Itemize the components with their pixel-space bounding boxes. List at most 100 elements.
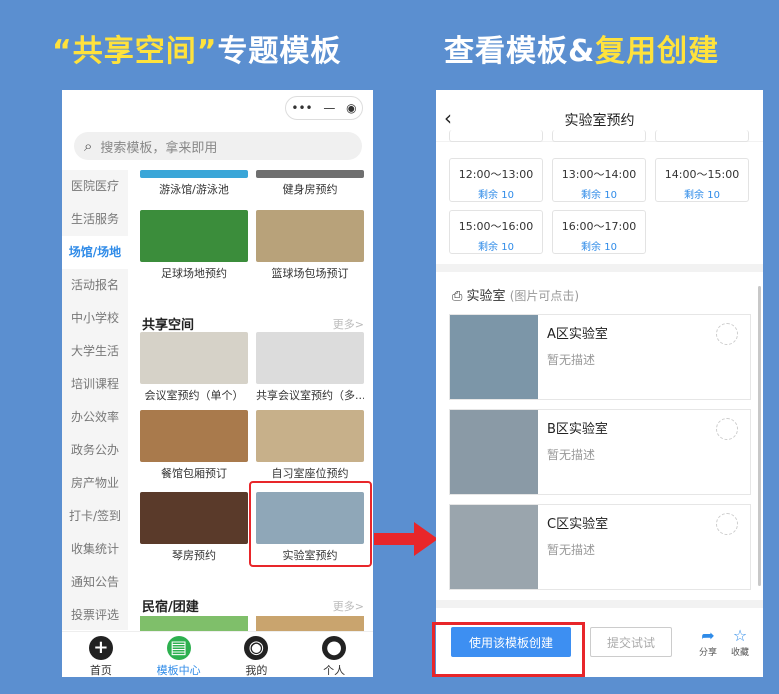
template-thumbnail — [256, 210, 364, 262]
section-title-shared: 共享空间 — [142, 318, 195, 333]
more-link-lodging[interactable]: 更多> — [333, 598, 364, 614]
lab-name: B区实验室 — [547, 422, 608, 437]
sidebar-item[interactable]: 收集统计 — [62, 533, 128, 566]
tab-user[interactable]: ● 个人 — [295, 632, 373, 677]
sidebar-item[interactable]: 场馆/场地 — [62, 236, 128, 269]
template-tile[interactable]: 餐馆包厢预订 — [140, 410, 248, 481]
time-slot-partial[interactable] — [449, 130, 543, 142]
time-slot[interactable]: 16:00～17:00 剩余 10 — [552, 210, 646, 254]
time-slot[interactable]: 14:00～15:00 剩余 10 — [655, 158, 749, 202]
star-icon: ☆ — [732, 626, 748, 645]
sidebar-item[interactable]: 政务公办 — [62, 434, 128, 467]
arrow-right-icon — [374, 522, 438, 556]
select-radio[interactable] — [716, 418, 738, 440]
headline-main: 查看模板& — [444, 34, 596, 69]
minimize-icon[interactable]: — — [323, 101, 335, 115]
sidebar-item[interactable]: 通知公告 — [62, 566, 128, 599]
time-slot[interactable]: 15:00～16:00 剩余 10 — [449, 210, 543, 254]
lab-card[interactable]: A区实验室暂无描述 — [449, 314, 751, 400]
time-slot-time: 14:00～15:00 — [664, 168, 740, 181]
sidebar-item[interactable]: 活动报名 — [62, 269, 128, 302]
lab-photo[interactable] — [450, 505, 538, 589]
template-thumbnail — [256, 332, 364, 384]
page-title: 实验室预约 — [564, 113, 635, 129]
time-slot-time: 13:00～14:00 — [561, 168, 637, 181]
share-label: 分享 — [698, 648, 717, 658]
divider — [436, 264, 763, 272]
template-caption: 餐馆包厢预订 — [161, 467, 227, 480]
lodging-tile-image[interactable] — [140, 616, 248, 632]
lab-photo[interactable] — [450, 315, 538, 399]
template-thumbnail — [256, 410, 364, 462]
lab-booking-screen: ‹ 实验室预约 12:00～13:00 剩余 10 13:00～14:00 剩余 10… — [436, 90, 763, 677]
time-slot-remaining: 剩余 10 — [478, 190, 514, 201]
quote-open: “ — [52, 34, 73, 69]
template-tile[interactable]: 游泳馆/游泳池 — [140, 170, 248, 197]
template-thumbnail — [140, 170, 248, 178]
eye-icon: ◉ — [244, 636, 269, 660]
more-link-shared[interactable]: 更多> — [333, 316, 364, 332]
template-thumbnail — [140, 410, 248, 462]
template-tile[interactable]: 会议室预约（单个） — [140, 332, 248, 403]
sidebar-item[interactable]: 医院医疗 — [62, 170, 128, 203]
scrollbar[interactable] — [758, 286, 761, 586]
sidebar-item[interactable]: 房产物业 — [62, 467, 128, 500]
template-caption: 会议室预约（单个） — [144, 389, 244, 402]
lab-name: C区实验室 — [547, 517, 609, 532]
lab-card[interactable]: B区实验室 暂无描述 — [449, 409, 751, 495]
template-caption: 篮球场包场预订 — [271, 267, 349, 280]
bottom-tabbar: + 首页 ▤ 模板中心 ◉ 我的 ● 个人 — [62, 631, 373, 677]
sidebar-item[interactable]: 培训课程 — [62, 368, 128, 401]
template-tile[interactable]: 健身房预约 — [256, 170, 364, 197]
lab-description: 暂无描述 — [547, 543, 596, 557]
time-slot-partial[interactable] — [655, 130, 749, 142]
right-headline: 查看模板&复用创建 — [444, 26, 719, 70]
search-input[interactable]: 搜索模板，拿来即用 — [100, 137, 217, 156]
time-slot[interactable]: 13:00～14:00 剩余 10 — [552, 158, 646, 202]
template-tile[interactable]: 篮球场包场预订 — [256, 210, 364, 281]
tab-eye[interactable]: ◉ 我的 — [218, 632, 296, 677]
template-caption: 健身房预约 — [282, 183, 338, 196]
template-tile[interactable]: 琴房预约 — [140, 492, 248, 563]
sidebar-item[interactable]: 办公效率 — [62, 401, 128, 434]
template-thumbnail — [140, 332, 248, 384]
quote-close: ” — [196, 34, 218, 69]
try-submit-button[interactable]: 提交试试 — [590, 627, 672, 657]
more-menu-icon[interactable]: ••• — [291, 101, 312, 115]
lab-description: 暂无描述 — [547, 353, 596, 367]
sidebar-item[interactable]: 打卡/签到 — [62, 500, 128, 533]
template-tile[interactable]: 共享会议室预约（多... — [256, 332, 364, 403]
template-tile[interactable]: 自习室座位预约 — [256, 410, 364, 481]
time-slot[interactable]: 12:00～13:00 剩余 10 — [449, 158, 543, 202]
mini-program-capsule: ••• — ◉ — [285, 96, 363, 120]
template-thumbnail — [140, 210, 248, 262]
template-caption: 游泳馆/游泳池 — [159, 183, 229, 196]
lab-photo[interactable] — [450, 410, 538, 494]
time-slot-partial[interactable] — [552, 130, 646, 142]
tab-plus[interactable]: + 首页 — [62, 632, 140, 677]
lab-section-title: 实验室 — [466, 289, 506, 304]
time-slot-time: 12:00～13:00 — [458, 168, 534, 181]
lab-section-subtitle: (图片可点击) — [509, 289, 580, 303]
tab-template[interactable]: ▤ 模板中心 — [140, 632, 218, 677]
lab-section-header: ⎙ 实验室 (图片可点击) — [452, 285, 579, 304]
close-icon[interactable]: ◉ — [346, 101, 356, 115]
highlight-box-button — [432, 622, 585, 677]
template-caption: 足球场地预约 — [161, 267, 227, 280]
collect-action[interactable]: ☆ 收藏 — [726, 626, 754, 659]
template-tile[interactable]: 足球场地预约 — [140, 210, 248, 281]
sidebar-item[interactable]: 投票评选 — [62, 599, 128, 632]
lab-card[interactable]: C区实验室暂无描述 — [449, 504, 751, 590]
template-thumbnail — [256, 170, 364, 178]
lodging-tile-image[interactable] — [256, 616, 364, 632]
time-slot-time: 16:00～17:00 — [561, 220, 637, 233]
lab-name: A区实验室 — [547, 327, 608, 342]
sidebar-item[interactable]: 中小学校 — [62, 302, 128, 335]
sidebar-item[interactable]: 生活服务 — [62, 203, 128, 236]
share-action[interactable]: ➦ 分享 — [694, 627, 722, 659]
select-radio[interactable] — [716, 323, 738, 345]
select-radio[interactable] — [716, 513, 738, 535]
sidebar-item[interactable]: 大学生活 — [62, 335, 128, 368]
search-bar[interactable]: ⌕ 搜索模板，拿来即用 — [74, 132, 362, 160]
lab-icon: ⎙ — [452, 289, 463, 304]
